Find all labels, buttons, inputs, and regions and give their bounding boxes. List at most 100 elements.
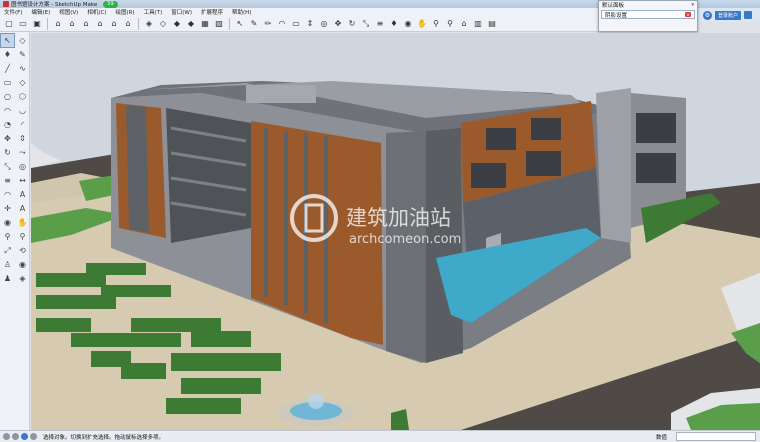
- account-area: ⚙ 登录账户: [700, 8, 760, 22]
- select-arrow-icon[interactable]: ↖: [234, 18, 246, 30]
- zoom-window-icon[interactable]: ⚲: [16, 230, 29, 243]
- gear-icon[interactable]: ⚙: [703, 10, 712, 20]
- circle-icon[interactable]: ○: [1, 90, 14, 103]
- pin-icon[interactable]: ▾: [691, 2, 694, 8]
- tape-measure-icon[interactable]: ≡: [374, 18, 386, 30]
- xray-icon[interactable]: ◈: [143, 18, 155, 30]
- watermark-title: 建筑加油站: [346, 206, 451, 230]
- zoom-extents-icon[interactable]: ⚲: [444, 18, 456, 30]
- update-badge[interactable]: 59: [103, 0, 118, 8]
- wireframe-icon[interactable]: ◇: [157, 18, 169, 30]
- select-tool-icon[interactable]: ↖: [0, 33, 15, 48]
- protractor-icon[interactable]: ◠: [1, 188, 14, 201]
- rectangle-icon[interactable]: ▭: [1, 76, 14, 89]
- zoom-extents-icon[interactable]: ⤢: [1, 244, 14, 257]
- toolbar-divider: [47, 17, 48, 30]
- walk-icon[interactable]: ♟: [1, 272, 14, 285]
- monochrome-icon[interactable]: ▧: [213, 18, 225, 30]
- menu-draw[interactable]: 绘图(R): [115, 8, 134, 16]
- pie-icon[interactable]: ◔: [1, 118, 14, 131]
- text-icon[interactable]: A: [16, 188, 29, 201]
- menu-extensions[interactable]: 扩展程序: [201, 8, 223, 16]
- move-icon[interactable]: ✥: [332, 18, 344, 30]
- paint-bucket-icon[interactable]: ♦: [388, 18, 400, 30]
- offset-icon[interactable]: ◎: [318, 18, 330, 30]
- back-view-icon[interactable]: ⌂: [108, 18, 120, 30]
- hidden-line-icon[interactable]: ◆: [171, 18, 183, 30]
- offset-icon[interactable]: ◎: [16, 160, 29, 173]
- measurements-input[interactable]: [676, 432, 756, 441]
- rotate-icon[interactable]: ↻: [346, 18, 358, 30]
- save-icon[interactable]: ▣: [31, 18, 43, 30]
- look-around-icon[interactable]: ◉: [16, 258, 29, 271]
- push-pull-icon[interactable]: ⇕: [304, 18, 316, 30]
- polygon-icon[interactable]: ⬡: [16, 90, 29, 103]
- layout-icon[interactable]: ▤: [486, 18, 498, 30]
- textured-icon[interactable]: ▦: [199, 18, 211, 30]
- zoom-icon[interactable]: ⚲: [430, 18, 442, 30]
- orbit-icon[interactable]: ◉: [1, 216, 14, 229]
- menu-file[interactable]: 文件(F): [4, 8, 22, 16]
- right-view-icon[interactable]: ⌂: [94, 18, 106, 30]
- user-icon[interactable]: [21, 433, 28, 440]
- scale-icon[interactable]: ⤡: [1, 160, 14, 173]
- pan-icon[interactable]: ✋: [416, 18, 428, 30]
- previous-view-icon[interactable]: ⟲: [16, 244, 29, 257]
- shadow-settings-label: 阴影设置: [605, 12, 628, 19]
- paint-bucket-icon[interactable]: ♦: [1, 48, 14, 61]
- rotated-rectangle-icon[interactable]: ◇: [16, 76, 29, 89]
- rectangle-icon[interactable]: ▭: [290, 18, 302, 30]
- tape-measure-icon[interactable]: ≡: [1, 174, 14, 187]
- position-camera-icon[interactable]: ♙: [1, 258, 14, 271]
- 3d-text-icon[interactable]: A: [16, 202, 29, 215]
- tray-shadow-item[interactable]: 阴影设置 x: [601, 10, 695, 19]
- front-view-icon[interactable]: ⌂: [80, 18, 92, 30]
- menu-edit[interactable]: 编辑(E): [31, 8, 50, 16]
- close-icon[interactable]: x: [685, 12, 691, 17]
- new-icon[interactable]: ▢: [3, 18, 15, 30]
- eraser-icon[interactable]: ✎: [248, 18, 260, 30]
- move-icon[interactable]: ✥: [1, 132, 14, 145]
- model-viewport[interactable]: 建筑加油站 archcomeon.com: [31, 33, 760, 430]
- menu-tools[interactable]: 工具(T): [144, 8, 163, 16]
- freehand-icon[interactable]: ∿: [16, 62, 29, 75]
- two-point-arc-icon[interactable]: ◡: [16, 104, 29, 117]
- menu-window[interactable]: 窗口(W): [171, 8, 192, 16]
- watermark-subtitle: archcomeon.com: [349, 232, 461, 247]
- warehouse-icon[interactable]: ⌂: [458, 18, 470, 30]
- line-icon[interactable]: ╱: [1, 62, 14, 75]
- rotate-icon[interactable]: ↻: [1, 146, 14, 159]
- three-point-arc-icon[interactable]: ◜: [16, 118, 29, 131]
- axes-icon[interactable]: ✛: [1, 202, 14, 215]
- menu-camera[interactable]: 相机(C): [87, 8, 106, 16]
- pan-icon[interactable]: ✋: [16, 216, 29, 229]
- menu-view[interactable]: 视图(V): [59, 8, 78, 16]
- make-component-icon[interactable]: ◇: [16, 34, 29, 47]
- orbit-icon[interactable]: ◉: [402, 18, 414, 30]
- shaded-icon[interactable]: ◆: [185, 18, 197, 30]
- zoom-icon[interactable]: ⚲: [1, 230, 14, 243]
- help-icon[interactable]: [30, 433, 37, 440]
- credits-icon[interactable]: [12, 433, 19, 440]
- sign-in-button[interactable]: 登录账户: [715, 10, 742, 20]
- cart-icon[interactable]: [744, 11, 753, 19]
- arc-icon[interactable]: ◠: [1, 104, 14, 117]
- follow-me-icon[interactable]: ⤳: [16, 146, 29, 159]
- menu-help[interactable]: 帮助(H): [232, 8, 251, 16]
- main-toolbar: ▢ ▭ ▣ ⌂ ⌂ ⌂ ⌂ ⌂ ⌂ ◈ ◇ ◆ ◆ ▦ ▧ ↖ ✎ ✏ ◠ ▭ …: [0, 16, 600, 32]
- iso-view-icon[interactable]: ⌂: [52, 18, 64, 30]
- arc-icon[interactable]: ◠: [276, 18, 288, 30]
- push-pull-icon[interactable]: ⇕: [16, 132, 29, 145]
- geo-location-icon[interactable]: [3, 433, 10, 440]
- extension-icon[interactable]: ▥: [472, 18, 484, 30]
- scale-icon[interactable]: ⤡: [360, 18, 372, 30]
- open-icon[interactable]: ▭: [17, 18, 29, 30]
- eraser-icon[interactable]: ✎: [16, 48, 29, 61]
- status-hint: 选择对象。切换到扩充选择。拖动鼠标选择多项。: [43, 434, 165, 441]
- dimension-icon[interactable]: ↔: [16, 174, 29, 187]
- pencil-icon[interactable]: ✏: [262, 18, 274, 30]
- top-view-icon[interactable]: ⌂: [66, 18, 78, 30]
- building-model-render: 建筑加油站 archcomeon.com: [31, 33, 760, 430]
- section-plane-icon[interactable]: ◈: [16, 272, 29, 285]
- left-view-icon[interactable]: ⌂: [122, 18, 134, 30]
